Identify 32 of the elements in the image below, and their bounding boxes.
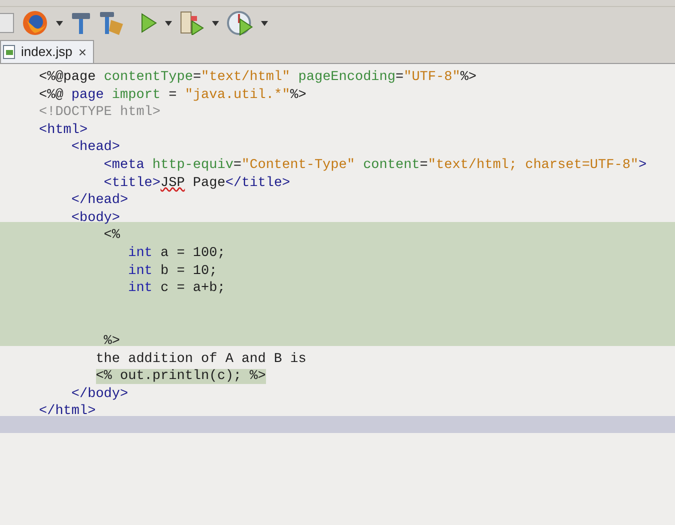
code-line: </head> xyxy=(71,192,128,210)
code-line: int c = a+b; xyxy=(128,280,226,298)
code-line: <% xyxy=(104,227,120,245)
file-icon xyxy=(3,45,15,59)
code-line: <meta http-equiv="Content-Type" content="text/html; charset=UTF-8"> xyxy=(104,156,647,175)
code-line: %> xyxy=(104,332,120,350)
code-line: <!DOCTYPE html> xyxy=(39,104,161,122)
tab-label: index.jsp xyxy=(21,43,72,62)
code-line: <title>JSP Page</title> xyxy=(104,174,290,192)
code-line: int a = 100; xyxy=(128,244,226,263)
hammer-icon[interactable] xyxy=(71,11,91,35)
file-tab[interactable]: index.jsp × xyxy=(0,40,94,63)
code-line: </html> xyxy=(39,403,96,421)
caret-icon[interactable] xyxy=(56,20,63,26)
code-line: <head> xyxy=(71,139,120,157)
browser-icon[interactable] xyxy=(22,10,48,36)
code-line: <%@ page import = "java.util.*"%> xyxy=(39,86,306,104)
hammer-broom-icon[interactable] xyxy=(99,10,125,36)
debug-icon[interactable] xyxy=(180,11,204,35)
code-line: <body> xyxy=(71,210,120,228)
caret-icon[interactable] xyxy=(165,20,172,26)
play-icon[interactable] xyxy=(141,13,157,33)
code-line: int b = 10; xyxy=(128,262,218,280)
close-icon[interactable]: × xyxy=(78,42,86,62)
dropdown-field[interactable] xyxy=(0,13,14,33)
code-line: <%@page contentType="text/html" pageEncoding="UTF-8"%> xyxy=(39,69,477,87)
code-line: the addition of A and B is xyxy=(96,350,306,368)
caret-icon[interactable] xyxy=(261,20,268,26)
code-line: </body> xyxy=(71,386,128,404)
caret-icon[interactable] xyxy=(212,20,219,26)
code-line: <html> xyxy=(39,122,88,140)
profile-icon[interactable] xyxy=(227,10,253,36)
